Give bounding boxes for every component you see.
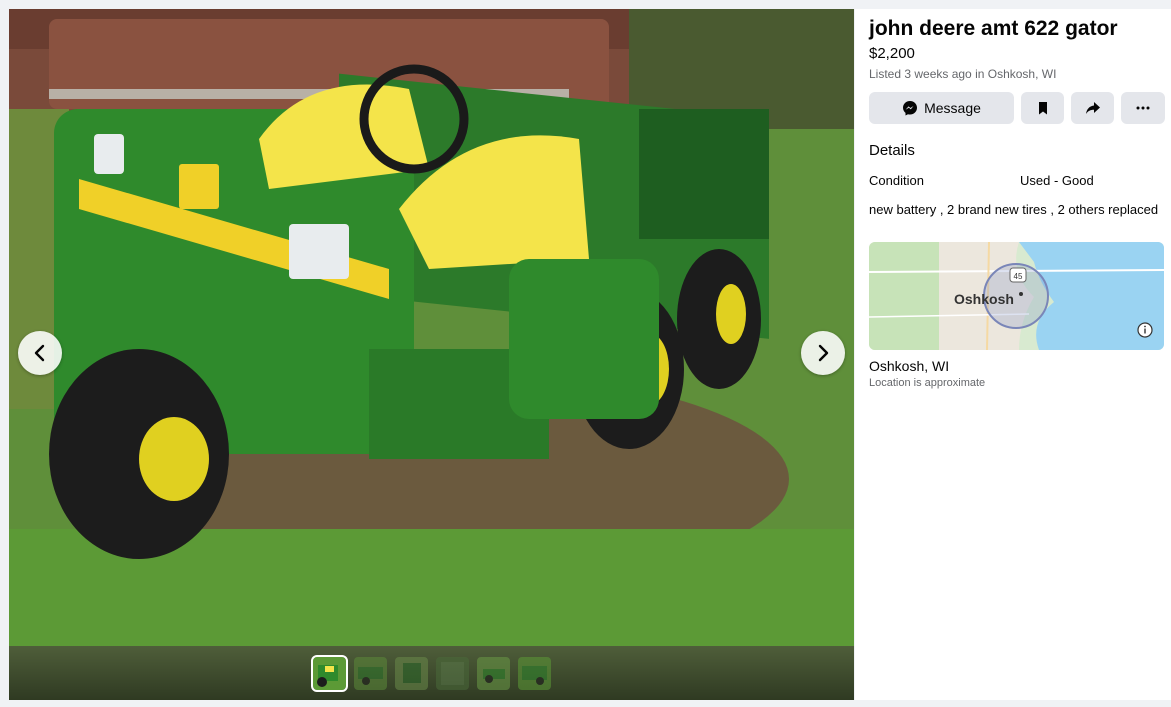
listing-posted-info: Listed 3 weeks ago in Oshkosh, WI [869,67,1057,81]
location-note: Location is approximate [869,377,986,389]
save-button[interactable] [1021,92,1064,124]
chevron-right-icon [818,344,829,362]
info-icon[interactable] [1137,322,1153,338]
photo-thumbnail[interactable] [310,654,348,692]
location-map[interactable]: 45 Oshkosh [869,242,1164,350]
media-viewer [9,9,854,700]
route-shield-label: 45 [1014,272,1023,281]
previous-photo-button[interactable] [18,331,62,375]
next-photo-button[interactable] [801,331,845,375]
condition-value: Used - Good [1020,173,1094,188]
details-heading: Details [869,142,915,159]
message-button[interactable]: Message [869,92,1014,124]
map-city-label: Oshkosh [954,291,1014,307]
share-button[interactable] [1071,92,1114,124]
chevron-left-icon [34,344,45,362]
action-bar: Message [869,92,1166,124]
photo-thumbnail-strip [9,646,854,700]
listing-description: new battery , 2 brand new tires , 2 othe… [869,202,1159,217]
photo-thumbnail[interactable] [517,656,551,690]
listing-details-panel: john deere amt 622 gator $2,200 Listed 3… [855,9,1171,700]
location-name: Oshkosh, WI [869,358,950,374]
listing-photo[interactable] [9,9,854,646]
photo-thumbnail[interactable] [394,656,428,690]
photo-thumbnail[interactable] [476,656,510,690]
listing-title: john deere amt 622 gator [869,17,1118,40]
more-options-button[interactable] [1121,92,1165,124]
listing-price: $2,200 [869,45,915,62]
share-icon [1085,102,1100,114]
photo-thumbnail[interactable] [435,656,469,690]
messenger-icon [903,101,918,116]
photo-thumbnail[interactable] [353,656,387,690]
bookmark-icon [1038,102,1047,115]
marketplace-listing-view: john deere amt 622 gator $2,200 Listed 3… [0,0,1171,707]
more-icon [1136,106,1150,110]
message-button-label: Message [924,100,981,116]
condition-label: Condition [869,173,924,188]
